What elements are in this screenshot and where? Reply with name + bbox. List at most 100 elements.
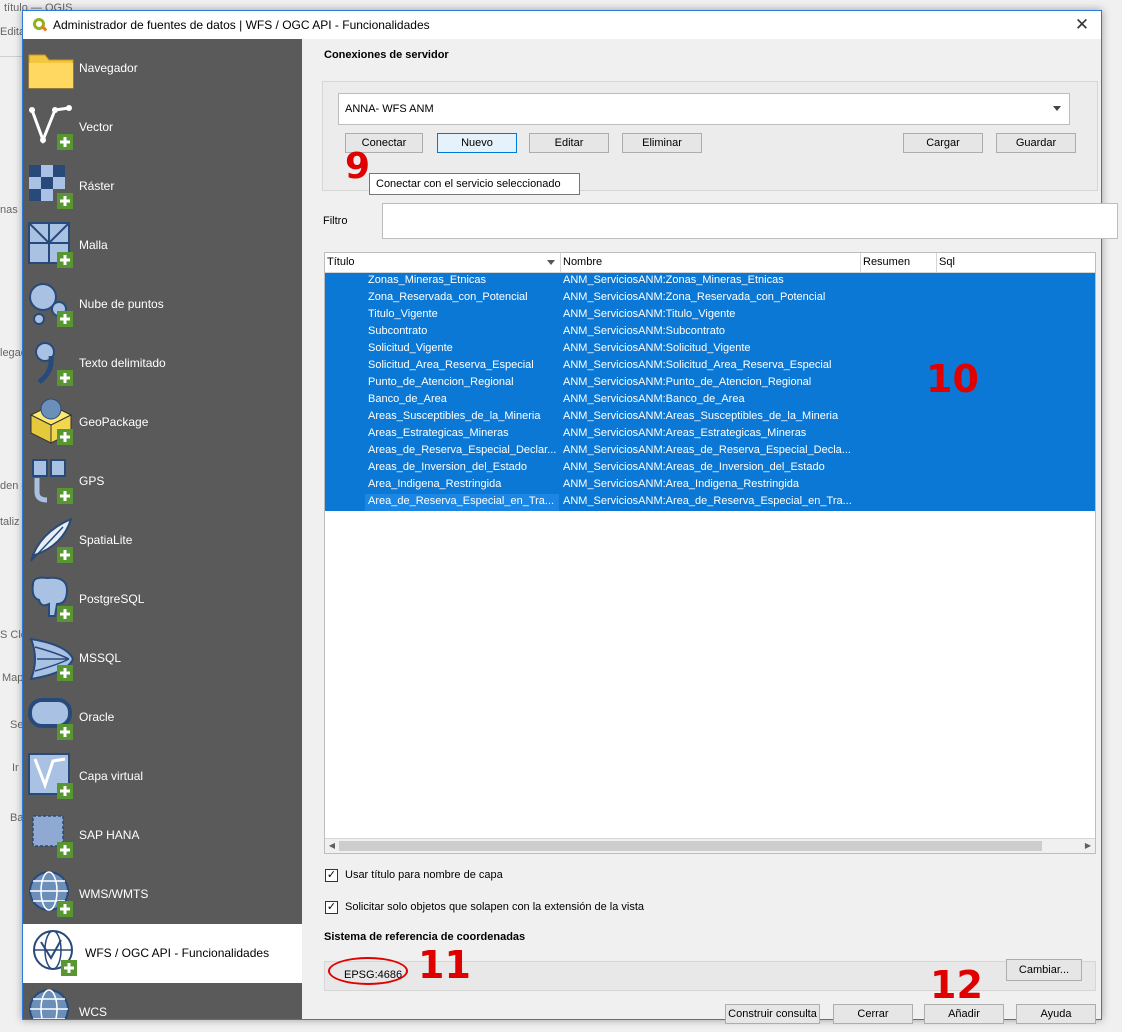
folder-icon — [28, 54, 74, 89]
scroll-right-icon[interactable]: ▶ — [1081, 839, 1095, 853]
sidebar-item-wms-wmts[interactable]: WMS/WMTS — [23, 865, 302, 924]
table-row[interactable]: Area_Indigena_Restringida ANM_ServiciosAN… — [325, 477, 1095, 494]
sidebar-item-mssql[interactable]: MSSQL — [23, 629, 302, 688]
close-icon[interactable]: ✕ — [1071, 14, 1093, 36]
cell-name: ANM_ServiciosANM:Solicitud_Area_Reserva_… — [563, 359, 832, 371]
table-row[interactable]: Subcontrato ANM_ServiciosANM:Subcontrato — [325, 324, 1095, 341]
sidebar-item-capa-virtual[interactable]: Capa virtual — [23, 747, 302, 806]
table-row[interactable]: Zonas_Mineras_Etnicas ANM_ServiciosANM:Zo… — [325, 273, 1095, 290]
virtual-layer-icon — [28, 753, 73, 799]
table-rows: Zonas_Mineras_Etnicas ANM_ServiciosANM:Zo… — [325, 273, 1095, 511]
mesh-icon — [28, 222, 73, 268]
use-title-checkbox[interactable]: ✓ — [325, 869, 338, 882]
column-header-name[interactable]: Nombre — [561, 253, 861, 272]
elephant-icon — [31, 576, 73, 622]
table-row[interactable]: Areas_Estrategicas_Mineras ANM_ServiciosA… — [325, 426, 1095, 443]
sidebar-item-navegador[interactable]: Navegador — [23, 39, 302, 98]
save-button[interactable]: Guardar — [996, 133, 1076, 153]
horizontal-scrollbar[interactable]: ◀ ▶ — [325, 838, 1095, 853]
wfs-icon — [33, 930, 77, 976]
sidebar-item-raster[interactable]: Ráster — [23, 157, 302, 216]
comma-icon — [35, 342, 73, 386]
splitter[interactable] — [302, 39, 316, 1019]
delete-button[interactable]: Eliminar — [622, 133, 702, 153]
build-query-button[interactable]: Construir consulta — [725, 1004, 820, 1024]
cell-name: ANM_ServiciosANM:Areas_de_Inversion_del_… — [563, 461, 825, 473]
globe-icon — [29, 871, 73, 917]
help-button[interactable]: Ayuda — [1016, 1004, 1096, 1024]
table-row[interactable]: Solicitud_Area_Reserva_Especial ANM_Servi… — [325, 358, 1095, 375]
use-title-label: Usar título para nombre de capa — [345, 869, 503, 881]
column-header-sql[interactable]: Sql — [937, 253, 1095, 272]
bg-fragment: Map — [2, 672, 24, 684]
sidebar-item-label: SAP HANA — [79, 828, 140, 842]
sidebar-item-label: Nube de puntos — [79, 297, 164, 311]
sidebar-item-texto-delimitado[interactable]: Texto delimitado — [23, 334, 302, 393]
sidebar-item-label: GeoPackage — [79, 415, 149, 429]
sidebar-item-vector[interactable]: Vector — [23, 98, 302, 157]
cell-name: ANM_ServiciosANM:Solicitud_Vigente — [563, 342, 751, 354]
layers-table[interactable]: Título Nombre Resumen Sql Zonas_Mineras_… — [324, 252, 1096, 854]
bg-fragment: Ir — [12, 762, 19, 774]
data-source-manager-dialog: Administrador de fuentes de datos | WFS … — [22, 10, 1118, 1024]
main-panel: Conexiones de servidor ANNA- WFS ANM Con… — [316, 39, 1118, 1024]
sidebar-item-nube-de-puntos[interactable]: Nube de puntos — [23, 275, 302, 334]
cell-title: Subcontrato — [368, 325, 428, 337]
cell-name: ANM_ServiciosANM:Area_de_Reserva_Especia… — [563, 495, 852, 507]
sidebar-item-label: GPS — [79, 474, 105, 488]
table-row[interactable]: Area_de_Reserva_Especial_en_Tra... ANM_Se… — [325, 494, 1095, 511]
table-row[interactable]: Solicitud_Vigente ANM_ServiciosANM:Solici… — [325, 341, 1095, 358]
table-row[interactable]: Areas_Susceptibles_de_la_Mineria ANM_Serv… — [325, 409, 1095, 426]
cell-name: ANM_ServiciosANM:Areas_Estrategicas_Mine… — [563, 427, 807, 439]
table-row[interactable]: Banco_de_Area ANM_ServiciosANM:Banco_de_A… — [325, 392, 1095, 409]
only-extent-checkbox[interactable]: ✓ — [325, 901, 338, 914]
add-button[interactable]: Añadir — [924, 1004, 1004, 1024]
sidebar-item-wfs-ogc-api[interactable]: WFS / OGC API - Funcionalidades — [23, 924, 302, 983]
cell-title: Solicitud_Area_Reserva_Especial — [368, 359, 534, 371]
sidebar-item-wcs[interactable]: WCS — [23, 983, 302, 1019]
crs-highlight-ellipse — [328, 957, 408, 985]
point-cloud-icon — [29, 283, 73, 327]
hana-icon — [32, 815, 73, 858]
cell-name: ANM_ServiciosANM:Punto_de_Atencion_Regio… — [563, 376, 812, 388]
table-row[interactable]: Areas_de_Inversion_del_Estado ANM_Servici… — [325, 460, 1095, 477]
change-crs-button[interactable]: Cambiar... — [1006, 959, 1082, 981]
cell-name: ANM_ServiciosANM:Areas_de_Reserva_Especi… — [563, 444, 851, 456]
sidebar-item-geopackage[interactable]: GeoPackage — [23, 393, 302, 452]
sidebar-item-label: Malla — [79, 238, 108, 252]
column-header-title[interactable]: Título — [325, 253, 561, 272]
connection-select-value: ANNA- WFS ANM — [345, 103, 434, 115]
cell-title: Areas_Susceptibles_de_la_Mineria — [368, 410, 541, 422]
table-row[interactable]: Punto_de_Atencion_Regional ANM_ServiciosA… — [325, 375, 1095, 392]
sidebar-item-postgresql[interactable]: PostgreSQL — [23, 570, 302, 629]
bg-fragment: nas — [0, 204, 18, 216]
close-button[interactable]: Cerrar — [833, 1004, 913, 1024]
sidebar-item-spatialite[interactable]: SpatiaLite — [23, 511, 302, 570]
table-row[interactable]: Zona_Reservada_con_Potencial ANM_Servicio… — [325, 290, 1095, 307]
sidebar-item-malla[interactable]: Malla — [23, 216, 302, 275]
cell-title: Zona_Reservada_con_Potencial — [368, 291, 528, 303]
filter-input[interactable] — [382, 203, 1118, 239]
raster-icon — [29, 165, 73, 209]
annotation-12: 12 — [930, 963, 983, 1007]
load-button[interactable]: Cargar — [903, 133, 983, 153]
column-header-summary[interactable]: Resumen — [861, 253, 937, 272]
edit-button[interactable]: Editar — [529, 133, 609, 153]
connection-select[interactable]: ANNA- WFS ANM — [338, 93, 1070, 125]
cell-title: Banco_de_Area — [368, 393, 447, 405]
mssql-icon — [29, 637, 75, 681]
sidebar-item-label: Navegador — [79, 61, 138, 75]
scroll-left-icon[interactable]: ◀ — [325, 839, 339, 853]
column-header-label: Título — [327, 256, 355, 268]
bg-fragment: taliz — [0, 516, 20, 528]
sidebar-item-oracle[interactable]: Oracle — [23, 688, 302, 747]
sidebar-item-sap-hana[interactable]: SAP HANA — [23, 806, 302, 865]
new-button[interactable]: Nuevo — [437, 133, 517, 153]
table-row[interactable]: Titulo_Vigente ANM_ServiciosANM:Titulo_Vi… — [325, 307, 1095, 324]
sidebar-item-label: Ráster — [79, 179, 115, 193]
cell-title: Areas_de_Inversion_del_Estado — [368, 461, 528, 473]
source-type-sidebar: Navegador Vector Ráster Malla Nube de pu… — [23, 39, 302, 1019]
table-row[interactable]: Areas_de_Reserva_Especial_Declar... ANM_S… — [325, 443, 1095, 460]
scroll-thumb[interactable] — [339, 841, 1042, 851]
sidebar-item-gps[interactable]: GPS — [23, 452, 302, 511]
